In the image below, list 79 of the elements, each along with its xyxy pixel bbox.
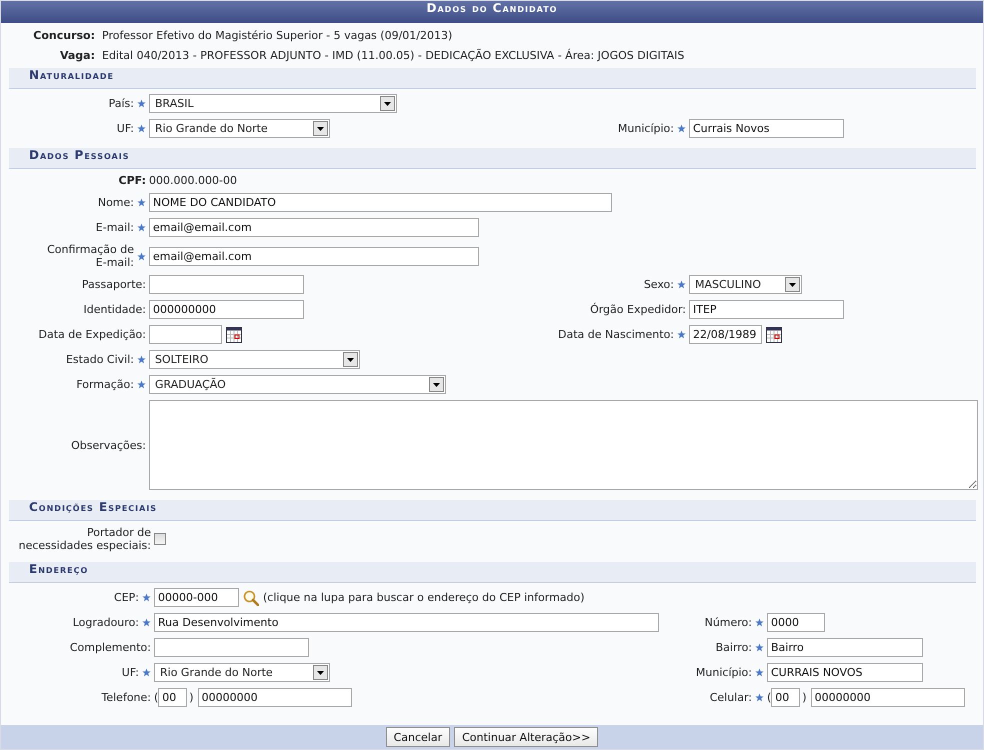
text-field[interactable] — [154, 638, 309, 657]
text-field[interactable]: Rua Desenvolvimento — [154, 613, 659, 632]
text-field[interactable]: 00000-000 — [154, 588, 239, 607]
text-field[interactable]: CURRAIS NOVOS — [767, 663, 923, 682]
dropdown[interactable]: GRADUAÇÃO — [149, 375, 446, 394]
text-field[interactable]: email@email.com — [149, 246, 479, 266]
dropdown[interactable]: SOLTEIRO — [149, 350, 360, 369]
field-label: Observações: — [71, 438, 146, 452]
text-field[interactable]: ITEP — [689, 300, 844, 319]
info-label: Vaga: — [58, 49, 95, 62]
field-label: Município: — [696, 666, 752, 679]
text-field[interactable]: email@email.com — [149, 218, 479, 237]
calendar-icon — [766, 326, 782, 342]
field-label: Nome: — [98, 196, 134, 209]
field-label: Município: — [618, 122, 674, 135]
field-label: UF: — [122, 666, 139, 679]
field-label: Órgão Expedidor: — [590, 303, 686, 316]
search-icon — [243, 590, 259, 606]
dropdown[interactable]: Rio Grande do Norte — [149, 119, 330, 138]
text-field[interactable]: 00 — [771, 688, 800, 707]
field-label: CEP: — [114, 591, 139, 604]
field-label: Bairro: — [716, 641, 752, 654]
dropdown[interactable]: BRASIL — [149, 94, 397, 113]
section-heading: Condições Especiais — [9, 500, 976, 521]
field-label: E-mail: — [96, 221, 134, 234]
field-label: Estado Civil: — [66, 353, 134, 366]
text-field[interactable]: 00 — [158, 688, 188, 707]
parenthesis: ( — [767, 691, 772, 704]
text-field[interactable]: Currais Novos — [689, 119, 844, 138]
checkbox[interactable] — [154, 533, 166, 545]
field-label: Data de Expedição: — [38, 328, 146, 341]
page-title: Dados do Candidato — [1, 1, 983, 23]
form-button[interactable]: Continuar Alteração>> — [454, 727, 598, 747]
text-field[interactable]: NOME DO CANDIDATO — [149, 193, 612, 212]
field-label: Identidade: — [83, 303, 146, 316]
text-area[interactable] — [149, 400, 978, 490]
text-field[interactable]: Bairro — [767, 638, 923, 657]
caret-icon — [432, 382, 441, 388]
parenthesis: ) — [189, 691, 194, 704]
section-heading: Naturalidade — [9, 68, 976, 89]
info-label: Concurso: — [32, 29, 95, 42]
field-label: País: — [108, 97, 134, 110]
field-label: Celular: — [710, 691, 752, 704]
field-label: Formação: — [76, 378, 134, 391]
date-field[interactable] — [149, 325, 222, 344]
info-value: Professor Efetivo do Magistério Superior - 5 vagas (09/01/2013) — [102, 29, 454, 42]
field-label: Passaporte: — [82, 278, 146, 291]
field-label: Complemento: — [70, 641, 151, 654]
caret-icon — [316, 670, 325, 676]
text-field[interactable]: 000000000 — [149, 300, 304, 319]
caret-icon — [346, 356, 355, 362]
field-label: Confirmação de E-mail: — [46, 243, 134, 269]
caret-icon — [383, 100, 392, 106]
field-label: Data de Nascimento: — [558, 328, 674, 341]
field-label: Telefone: — [102, 691, 151, 704]
info-value: Edital 040/2013 - PROFESSOR ADJUNTO - IMD (11.00.05) - DEDICAÇÃO EXCLUSIVA - Área: JOGOS DIGITAIS — [102, 49, 686, 62]
field-label: Sexo: — [644, 278, 674, 291]
parenthesis: ) — [802, 691, 807, 704]
field-label: Número: — [704, 616, 752, 629]
form-button[interactable]: Cancelar — [386, 727, 450, 747]
field-label: CPF: — [118, 174, 146, 187]
field-label: UF: — [116, 122, 134, 135]
field-label: Logradouro: — [72, 616, 139, 629]
caret-icon — [316, 126, 325, 132]
hint-text: (clique na lupa para buscar o endereço do CEP informado) — [263, 591, 585, 604]
section-heading: Dados Pessoais — [9, 148, 976, 169]
text-field[interactable]: 0000 — [767, 613, 825, 632]
text-field[interactable]: 00000000 — [810, 688, 965, 707]
caret-icon — [788, 282, 797, 288]
dropdown[interactable]: MASCULINO — [689, 275, 802, 294]
parenthesis: ( — [154, 691, 158, 704]
field-value: 000.000.000-00 — [149, 174, 237, 187]
text-field[interactable] — [149, 275, 304, 294]
field-label: Portador de necessidades especiais: — [18, 526, 151, 552]
date-field[interactable]: 22/08/1989 — [689, 325, 762, 344]
dropdown[interactable]: Rio Grande do Norte — [154, 663, 330, 682]
section-heading: Endereço — [9, 562, 976, 583]
text-field[interactable]: 00000000 — [198, 688, 352, 707]
calendar-icon — [226, 326, 242, 342]
